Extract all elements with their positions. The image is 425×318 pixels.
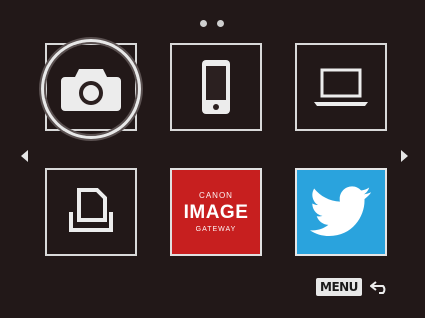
logo-bottom-text: GATEWAY (195, 225, 237, 233)
printer-icon (69, 188, 113, 232)
logo-top-text: CANON (199, 190, 233, 200)
twitter-tile[interactable] (295, 168, 387, 256)
smartphone-tile[interactable] (170, 43, 262, 131)
connection-menu-screen: CANON IMAGE GATEWAY MENU (0, 0, 425, 318)
right-arrow-icon[interactable] (401, 150, 408, 162)
logo-main-text: IMAGE (183, 201, 249, 223)
page-indicator (200, 20, 224, 27)
back-arrow-icon (369, 281, 386, 294)
menu-back-button[interactable]: MENU (316, 278, 390, 296)
laptop-icon (314, 68, 368, 106)
printer-tile[interactable] (45, 168, 137, 256)
camera-icon (61, 69, 121, 111)
page-dot (217, 20, 224, 27)
computer-tile[interactable] (295, 43, 387, 131)
menu-label: MENU (316, 278, 362, 296)
page-dot (200, 20, 207, 27)
canon-image-gateway-tile[interactable]: CANON IMAGE GATEWAY (170, 168, 262, 256)
smartphone-icon (202, 60, 230, 114)
canon-image-gateway-logo: CANON IMAGE GATEWAY (183, 190, 249, 233)
twitter-bird-icon (310, 186, 371, 237)
left-arrow-icon[interactable] (21, 150, 28, 162)
camera-tile[interactable] (45, 43, 137, 131)
